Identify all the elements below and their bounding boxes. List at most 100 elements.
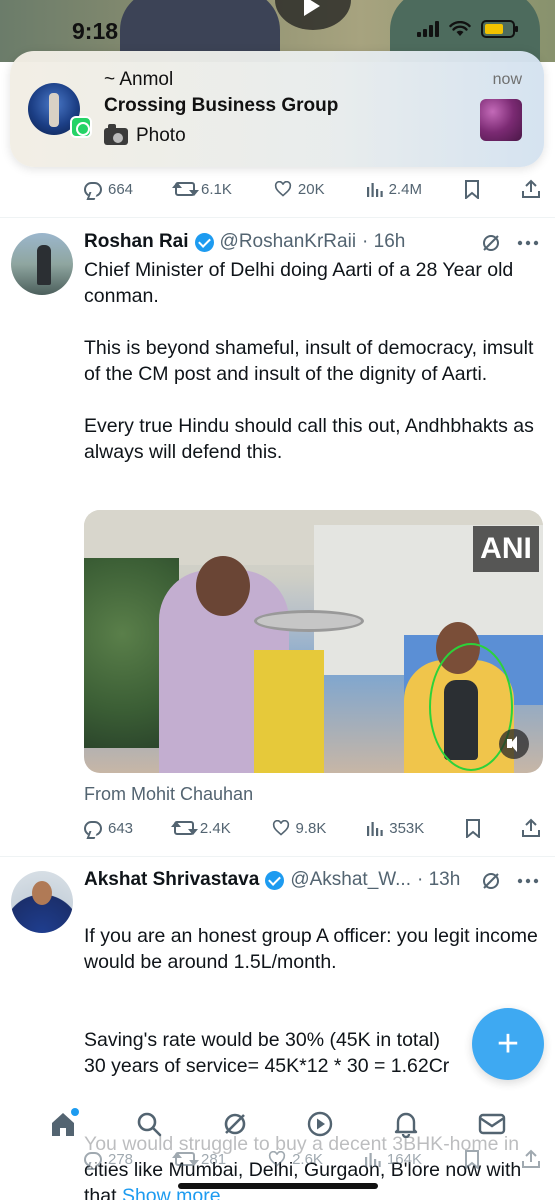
verified-badge-icon (265, 870, 285, 890)
share-icon (521, 818, 540, 838)
play-icon (304, 0, 320, 16)
status-time: 9:18 (72, 18, 119, 44)
share-button[interactable] (521, 179, 540, 199)
divider (0, 856, 555, 857)
heart-icon (272, 820, 290, 836)
repost-button[interactable]: 6.1K (172, 180, 232, 198)
tweet-tools (481, 871, 539, 891)
tweet-actions: 643 2.4K 9.8K 353K (84, 815, 540, 841)
grok-icon[interactable] (481, 233, 501, 253)
reply-button[interactable]: 278 (84, 1151, 133, 1168)
share-icon (521, 179, 540, 199)
views-count: 2.4M (388, 180, 422, 198)
avatar[interactable] (11, 871, 73, 933)
views-button[interactable]: 353K (367, 820, 424, 837)
views-button[interactable]: 164K (364, 1150, 422, 1168)
author-handle[interactable]: @RoshanKrRaii (220, 231, 357, 253)
more-options-icon[interactable] (517, 240, 539, 246)
grok-icon[interactable] (481, 871, 501, 891)
views-icon (366, 181, 383, 197)
notification-time: now (492, 71, 522, 88)
share-button[interactable] (521, 1149, 540, 1169)
avatar[interactable] (11, 233, 73, 295)
tweet-paragraph: Every true Hindu should call this out, A… (84, 415, 534, 463)
tweet-header: Akshat Shrivastava @Akshat_W... · 13h (84, 869, 460, 891)
tweet-paragraph: Chief Minister of Delhi doing Aarti of a… (84, 259, 514, 307)
views-icon (364, 1151, 381, 1167)
tweet-actions: 278 281 2.6K 164K (84, 1146, 540, 1172)
whatsapp-icon (70, 116, 92, 138)
repost-button[interactable]: 281 (172, 1150, 227, 1168)
like-count: 2.6K (292, 1150, 323, 1168)
reply-icon (84, 1151, 102, 1167)
volume-icon[interactable] (499, 729, 529, 759)
bookmark-button[interactable] (464, 1149, 480, 1169)
tweet-text: Chief Minister of Delhi doing Aarti of a… (84, 257, 544, 465)
media-watermark: ANI (473, 526, 539, 572)
reply-count: 664 (108, 180, 134, 198)
views-button[interactable]: 2.4M (366, 180, 422, 198)
bookmark-button[interactable] (464, 179, 480, 199)
reply-icon (84, 181, 102, 197)
unread-dot (70, 1108, 79, 1116)
author-name[interactable]: Roshan Rai (84, 231, 189, 253)
plus-icon: + (496, 1022, 520, 1065)
notification-thumbnail (480, 99, 522, 141)
nav-grok[interactable] (215, 1104, 255, 1144)
like-button[interactable]: 20K (274, 181, 325, 198)
bookmark-button[interactable] (465, 818, 481, 838)
reply-button[interactable]: 643 (84, 820, 133, 837)
repost-icon (172, 1152, 200, 1166)
nav-search[interactable] (129, 1104, 169, 1144)
home-indicator[interactable] (178, 1183, 378, 1189)
tweet-paragraph: This is beyond shameful, insult of democ… (84, 337, 534, 385)
cellular-signal-icon (417, 21, 439, 37)
tweet-time: · 16h (362, 231, 406, 252)
bookmark-icon (464, 179, 480, 199)
author-handle[interactable]: @Akshat_W... (290, 869, 411, 891)
repost-count: 6.1K (201, 180, 232, 198)
more-options-icon[interactable] (517, 878, 539, 884)
views-count: 353K (389, 819, 425, 837)
repost-count: 281 (201, 1150, 227, 1168)
notification-message-text: Photo (136, 125, 186, 146)
reply-icon (84, 820, 102, 836)
compose-button[interactable]: + (472, 1008, 544, 1080)
tweet-tools (481, 233, 539, 253)
tweet-actions: 664 6.1K 20K 2.4M (84, 176, 540, 202)
heart-icon (268, 1151, 286, 1167)
notifications-icon (395, 1112, 418, 1138)
media-attribution[interactable]: From Mohit Chauhan (84, 784, 253, 805)
tweet-video[interactable]: ANI (84, 510, 543, 773)
bookmark-icon (464, 1149, 480, 1169)
like-button[interactable]: 2.6K (268, 1151, 323, 1168)
heart-icon (274, 181, 292, 197)
reply-button[interactable]: 664 (84, 181, 133, 198)
tweet-time: · 13h (417, 869, 461, 890)
like-count: 20K (297, 180, 325, 198)
repost-count: 2.4K (199, 819, 231, 837)
bookmark-icon (465, 818, 481, 838)
notification-message: Photo (104, 123, 186, 147)
repost-icon (172, 182, 200, 196)
tweet-header: Roshan Rai @RoshanKrRaii · 16h (84, 231, 405, 253)
like-button[interactable]: 9.8K (272, 820, 326, 837)
divider (0, 217, 555, 218)
share-icon (521, 1149, 540, 1169)
nav-video[interactable] (300, 1104, 340, 1144)
camera-icon (104, 123, 128, 145)
share-button[interactable] (521, 818, 540, 838)
reply-count: 643 (108, 819, 134, 837)
reply-count: 278 (108, 1150, 134, 1168)
repost-button[interactable]: 2.4K (170, 819, 231, 837)
nav-notifications[interactable] (386, 1104, 426, 1144)
notification-sender: ~ Anmol (104, 69, 174, 90)
battery-icon (481, 20, 518, 38)
nav-messages[interactable] (472, 1104, 512, 1144)
notification-group: Crossing Business Group (104, 95, 339, 116)
views-count: 164K (386, 1150, 422, 1168)
author-name[interactable]: Akshat Shrivastava (84, 869, 259, 891)
notification-banner[interactable]: ~ Anmol Crossing Business Group Photo no… (10, 51, 544, 167)
nav-home[interactable] (43, 1104, 83, 1144)
bottom-nav (0, 1094, 555, 1154)
